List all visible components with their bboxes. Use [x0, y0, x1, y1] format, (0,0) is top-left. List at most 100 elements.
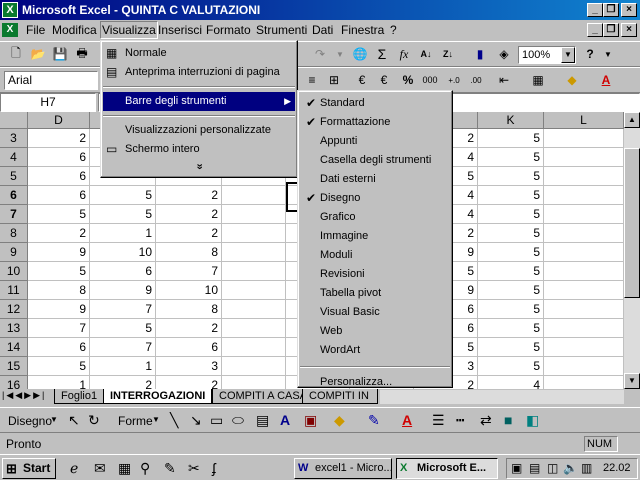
outlook-icon[interactable]: ✉: [94, 460, 106, 477]
cell-l[interactable]: [544, 186, 624, 205]
cell-d[interactable]: 6: [28, 148, 90, 167]
help-dropdown-icon[interactable]: ▼: [598, 44, 618, 64]
doc-minimize-button[interactable]: _: [587, 23, 603, 37]
row-header[interactable]: 5: [0, 167, 28, 186]
cell-d[interactable]: 7: [28, 319, 90, 338]
cell-l[interactable]: [544, 300, 624, 319]
edit-icon[interactable]: ✎: [164, 460, 176, 477]
arrow-style-icon[interactable]: ⇄: [480, 412, 492, 429]
cell-l[interactable]: [544, 224, 624, 243]
minimize-button[interactable]: _: [587, 3, 603, 17]
toolbar-option-formattazione[interactable]: ✔ Formattazione: [300, 113, 450, 132]
redo-dropdown-icon[interactable]: ▼: [330, 44, 350, 64]
row-header[interactable]: 7: [0, 205, 28, 224]
align-justify-icon[interactable]: ≡: [302, 70, 322, 90]
cell-e[interactable]: 2: [90, 376, 156, 389]
oval-icon[interactable]: ⬭: [232, 412, 244, 429]
toolbar-option-visual-basic[interactable]: Visual Basic: [300, 303, 450, 322]
line-style-icon[interactable]: ☰: [432, 412, 445, 429]
save-icon[interactable]: 💾: [50, 44, 70, 64]
find-icon[interactable]: ⚲: [140, 460, 150, 477]
cell-g[interactable]: [222, 300, 286, 319]
toolbar-option-wordart[interactable]: WordArt: [300, 341, 450, 360]
cell-d[interactable]: 5: [28, 262, 90, 281]
toolbar-option-standard[interactable]: ✔ Standard: [300, 94, 450, 113]
cell-e[interactable]: 5: [90, 205, 156, 224]
row-header[interactable]: 13: [0, 319, 28, 338]
row-header[interactable]: 15: [0, 357, 28, 376]
cell-k[interactable]: 5: [478, 186, 544, 205]
menu-dati[interactable]: Dati: [312, 23, 333, 37]
percent-icon[interactable]: %: [398, 70, 418, 90]
maximize-button[interactable]: ❐: [603, 3, 619, 17]
cell-d[interactable]: 2: [28, 224, 90, 243]
sheet-tab-compiti-a-casa[interactable]: COMPITI A CASA: [212, 389, 315, 404]
cell-d[interactable]: 5: [28, 205, 90, 224]
zoom-box[interactable]: 100% ▼: [518, 46, 576, 64]
cell-k[interactable]: 5: [478, 243, 544, 262]
cell-l[interactable]: [544, 167, 624, 186]
cell-e[interactable]: 7: [90, 338, 156, 357]
dash-style-icon[interactable]: ┅: [456, 412, 464, 429]
tab-scroll-buttons[interactable]: |◀◀▶▶|: [2, 390, 46, 401]
merge-center-icon[interactable]: ⊞: [324, 70, 344, 90]
sheet-tab-interrogazioni[interactable]: INTERROGAZIONI: [103, 389, 213, 404]
feather-icon[interactable]: ʄ: [212, 460, 216, 476]
toolbar-option-tabella-pivot[interactable]: Tabella pivot: [300, 284, 450, 303]
cell-g[interactable]: [222, 357, 286, 376]
cell-d[interactable]: 5: [28, 357, 90, 376]
fill-color-draw-icon[interactable]: ◆: [334, 412, 345, 429]
toolbar-option-immagine[interactable]: Immagine: [300, 227, 450, 246]
3d-icon[interactable]: ◧: [526, 412, 539, 429]
cell-e[interactable]: 9: [90, 281, 156, 300]
cell-d[interactable]: 1: [28, 376, 90, 389]
drawing-icon[interactable]: ◈: [494, 44, 514, 64]
row-header[interactable]: 14: [0, 338, 28, 357]
menu-formato[interactable]: Formato: [206, 23, 251, 37]
tray-icon-5[interactable]: ▥: [581, 461, 592, 475]
menu-finestra[interactable]: Finestra: [341, 23, 384, 37]
zoom-dropdown-icon[interactable]: ▼: [561, 47, 575, 63]
column-header-k[interactable]: K: [478, 112, 544, 129]
cell-k[interactable]: 5: [478, 338, 544, 357]
cell-e[interactable]: 1: [90, 357, 156, 376]
cell-f[interactable]: 6: [156, 338, 222, 357]
cell-l[interactable]: [544, 281, 624, 300]
cell-f[interactable]: 8: [156, 300, 222, 319]
row-header[interactable]: 10: [0, 262, 28, 281]
cell-k[interactable]: 4: [478, 376, 544, 389]
tool-icon[interactable]: ✂: [188, 460, 200, 477]
select-pointer-icon[interactable]: ↖: [68, 412, 80, 429]
cell-k[interactable]: 5: [478, 224, 544, 243]
cell-g[interactable]: [222, 376, 286, 389]
cell-k[interactable]: 5: [478, 129, 544, 148]
cell-d[interactable]: 6: [28, 186, 90, 205]
line-icon[interactable]: ╲: [170, 412, 178, 429]
open-icon[interactable]: 📂: [28, 44, 48, 64]
cell-k[interactable]: 5: [478, 205, 544, 224]
increase-decimal-icon[interactable]: +.0: [444, 70, 464, 90]
arrow-icon[interactable]: ↘: [190, 412, 202, 429]
column-header-d[interactable]: D: [28, 112, 90, 129]
cell-l[interactable]: [544, 338, 624, 357]
tray-icon-3[interactable]: ◫: [547, 461, 558, 475]
toolbar-option-grafico[interactable]: Grafico: [300, 208, 450, 227]
cell-d[interactable]: 9: [28, 300, 90, 319]
euro-icon[interactable]: €: [374, 70, 394, 90]
wordart-icon[interactable]: A: [280, 412, 290, 428]
cell-d[interactable]: 8: [28, 281, 90, 300]
cell-g[interactable]: [222, 205, 286, 224]
cell-d[interactable]: 2: [28, 129, 90, 148]
cell-d[interactable]: 6: [28, 167, 90, 186]
toolbar-option-disegno[interactable]: ✔ Disegno: [300, 189, 450, 208]
thousands-icon[interactable]: 000: [420, 70, 440, 90]
cell-e[interactable]: 1: [90, 224, 156, 243]
cell-l[interactable]: [544, 148, 624, 167]
column-header-l[interactable]: L: [544, 112, 624, 129]
toolbar-option-casella-degli-strumenti[interactable]: Casella degli strumenti: [300, 151, 450, 170]
currency-icon[interactable]: €: [352, 70, 372, 90]
hyperlink-icon[interactable]: 🌐: [350, 44, 370, 64]
cell-k[interactable]: 5: [478, 319, 544, 338]
toolbar-option-personalizza[interactable]: Personalizza...: [300, 373, 450, 392]
workbook-icon[interactable]: X: [2, 23, 18, 37]
